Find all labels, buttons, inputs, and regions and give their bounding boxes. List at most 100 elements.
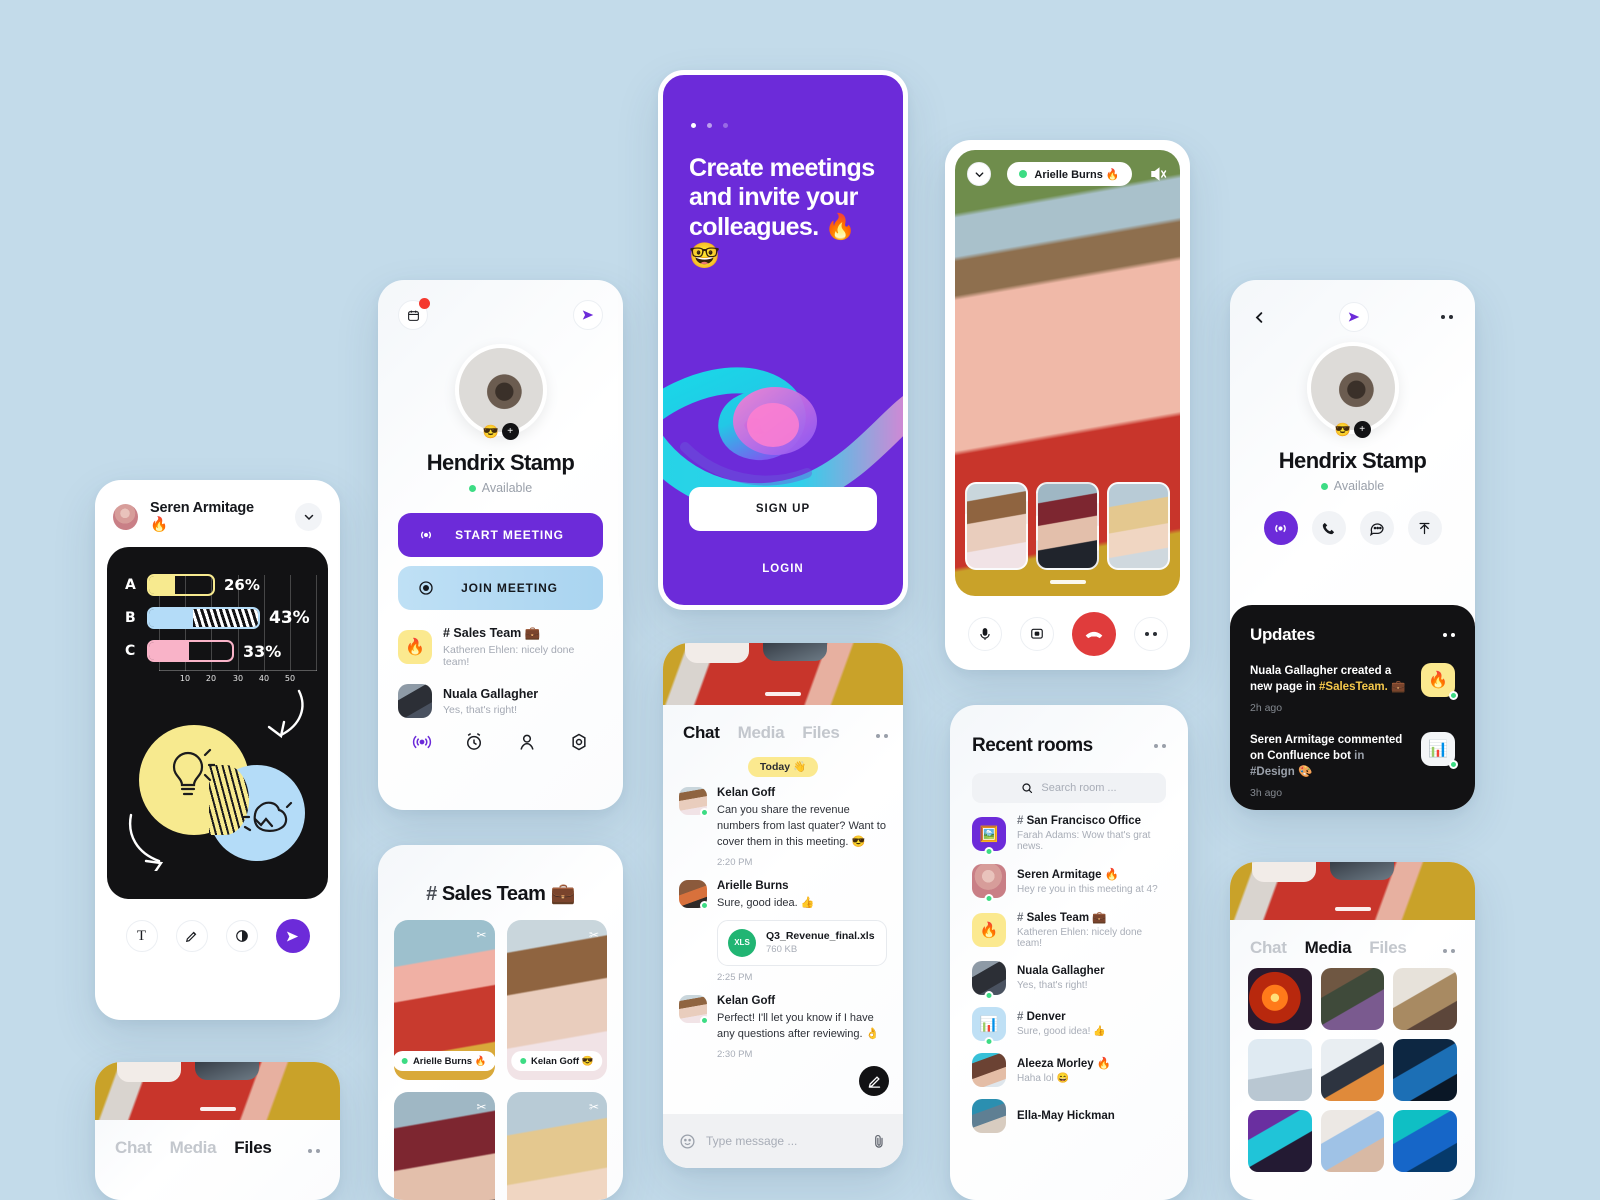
chevron-down-icon[interactable] [967,162,991,186]
list-item[interactable]: 📊 # Denver Sure, good idea! 👍 [950,995,1188,1046]
media-thumbnail[interactable] [1248,968,1312,1030]
more-icon[interactable] [1133,617,1168,651]
chevron-down-icon[interactable] [295,502,322,531]
message-time: 2:20 PM [717,856,753,868]
tab-media[interactable]: Media [738,723,785,743]
message-input[interactable]: Type message ... [706,1134,862,1148]
media-thumbnail[interactable] [1248,1110,1312,1172]
tab-files[interactable]: Files [802,723,840,743]
nav-alarm-icon[interactable] [464,732,484,752]
whiteboard-canvas[interactable]: A 26% B 43% C 33% 10 20 30 40 50 [107,547,328,899]
profile-updates-card: 😎 + Hendrix Stamp Available Updates Nual… [1230,280,1475,810]
calendar-icon[interactable] [398,298,430,330]
files-tabs: Chat Media Files [95,1120,340,1158]
drag-handle[interactable] [199,1107,236,1111]
more-icon[interactable] [308,1149,320,1153]
chat-bubble-icon[interactable] [1359,511,1394,545]
broadcast-icon[interactable] [1263,511,1298,545]
drag-handle[interactable] [765,692,801,696]
start-meeting-button[interactable]: START MEETING [398,513,603,557]
emoji-icon[interactable] [679,1133,696,1150]
list-item[interactable]: Seren Armitage 🔥 Hey re you in this meet… [950,852,1188,903]
participant-thumbnail[interactable] [1036,482,1099,570]
bar-value: 33% [243,641,282,661]
nav-broadcast-icon[interactable] [412,732,432,752]
chat-message: Arielle Burns Sure, good idea. 👍 XLS Q3_… [663,868,903,983]
more-icon[interactable] [1441,315,1453,319]
bar-label: B [125,610,136,626]
participant-thumbnail[interactable] [965,482,1028,570]
media-thumbnail[interactable] [1248,1039,1312,1101]
media-thumbnail[interactable] [1393,968,1457,1030]
media-thumbnail[interactable] [1320,1110,1385,1172]
files-hero-video[interactable] [95,1062,340,1120]
update-item[interactable]: Seren Armitage commented on Confluence b… [1250,731,1458,799]
login-button[interactable]: LOGIN [663,563,903,575]
pen-icon[interactable] [175,920,208,952]
pagination-dots[interactable] [663,75,903,128]
list-item[interactable]: 🖼️ # San Francisco Office Farah Adams: W… [950,803,1188,856]
member-tile[interactable]: ✂ Arielle Burns 🔥 [394,920,495,1080]
send-icon[interactable] [1339,302,1369,332]
speaker-muted-icon[interactable] [1148,165,1168,183]
tab-chat[interactable]: Chat [683,723,720,743]
tab-chat[interactable]: Chat [115,1138,152,1158]
paperclip-icon[interactable] [872,1134,887,1149]
more-icon[interactable] [1443,949,1455,953]
share-up-icon[interactable] [1407,511,1442,545]
add-status-button[interactable]: + [1353,421,1371,438]
media-thumbnail[interactable] [1320,1039,1385,1101]
add-status-button[interactable]: + [501,423,519,440]
more-icon[interactable] [1154,744,1166,748]
chat-hero-video[interactable] [663,643,903,705]
video-call-card: Arielle Burns 🔥 [945,140,1190,670]
text-tool-button[interactable]: T [125,920,158,952]
media-thumbnail[interactable] [1393,1110,1457,1172]
draw-icon[interactable] [859,1066,889,1096]
nav-person-icon[interactable] [517,732,537,752]
send-icon[interactable] [275,919,310,953]
list-item[interactable]: Nuala Gallagher Yes, that's right! [378,684,623,718]
microphone-icon[interactable] [967,617,1002,651]
rooms-header: Recent rooms [950,705,1188,757]
media-hero-video[interactable] [1230,862,1475,920]
main-video-feed[interactable]: Arielle Burns 🔥 [955,150,1180,596]
list-item[interactable]: 🔥 # Sales Team 💼 Katheren Ehlen: nicely … [950,898,1188,949]
member-tile[interactable]: ✂ Kelan Goff 😎 [506,920,607,1080]
list-item[interactable]: 🔥 # Sales Team 💼 Katheren Ehlen: nicely … [378,626,623,668]
join-meeting-button[interactable]: JOIN MEETING [398,566,603,610]
phone-icon[interactable] [1311,511,1346,545]
tab-media[interactable]: Media [170,1138,217,1158]
whiteboard-card: Seren Armitage 🔥 A 26% B 43% C 33% 10 20… [95,480,340,1020]
screen-share-icon[interactable] [1019,617,1054,651]
member-tile[interactable]: ✂ [394,1092,495,1200]
media-thumbnail[interactable] [1320,968,1385,1030]
end-call-icon[interactable] [1071,612,1116,656]
sign-up-button[interactable]: SIGN UP [689,487,877,531]
more-icon[interactable] [1443,633,1455,637]
tab-chat[interactable]: Chat [1250,938,1287,958]
tab-files[interactable]: Files [234,1138,272,1158]
nav-settings-icon[interactable] [569,732,589,752]
send-icon[interactable] [573,300,603,330]
contrast-icon[interactable] [225,920,258,952]
message-time: 2:25 PM [717,971,753,983]
list-item[interactable]: Ella-May Hickman [950,1087,1188,1133]
drag-handle[interactable] [1049,580,1086,584]
file-attachment[interactable]: XLS Q3_Revenue_final.xls 760 KB [717,919,887,966]
update-item[interactable]: Nuala Gallagher created a new page in #S… [1250,663,1458,714]
member-tile[interactable]: ✂ [506,1092,607,1200]
list-item[interactable]: Aleeza Morley 🔥 Haha lol 😄 [950,1041,1188,1087]
drag-handle[interactable] [1334,907,1371,911]
more-icon[interactable] [875,734,888,738]
participant-thumbnail[interactable] [1107,482,1170,570]
search-input[interactable]: Search room ... [972,773,1166,803]
back-chevron-icon[interactable] [1252,310,1267,325]
avatar [679,994,709,1025]
fire-icon: 🔥 [1421,663,1458,700]
list-item[interactable]: Nuala Gallagher Yes, that's right! [950,949,1188,1000]
tab-media[interactable]: Media [1305,938,1352,958]
tab-files[interactable]: Files [1369,938,1407,958]
media-thumbnail[interactable] [1393,1039,1457,1101]
chat-card: Chat Media Files Today 👋 Kelan Goff Can … [663,643,903,1168]
